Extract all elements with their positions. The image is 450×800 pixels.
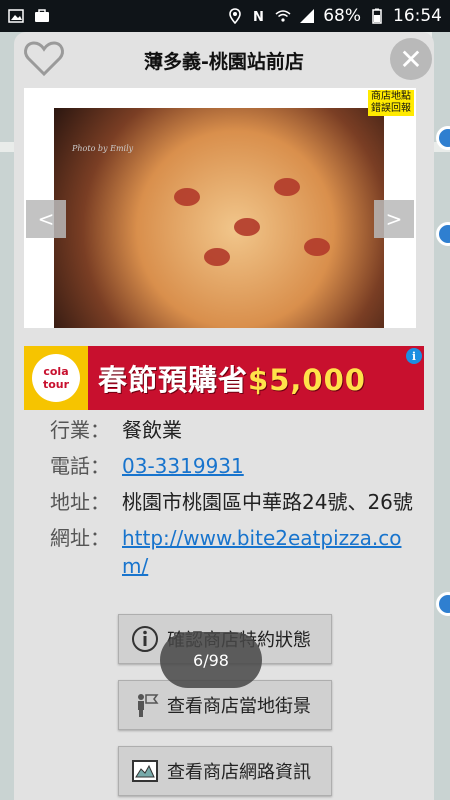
gallery-next-button[interactable]: >	[374, 200, 414, 238]
pizza-topping	[274, 178, 300, 196]
info-label: 網址：	[50, 526, 110, 550]
ad-headline: 春節預購省$5,000	[98, 357, 366, 399]
svg-text:N: N	[253, 10, 264, 24]
web-info-button[interactable]: 查看商店網路資訊	[118, 746, 332, 796]
chevron-right-icon: >	[385, 207, 403, 231]
info-value-industry: 餐飲業	[122, 418, 182, 442]
pizza-topping	[234, 218, 260, 236]
page-counter-toast: 6/98	[160, 632, 262, 688]
info-label: 行業：	[50, 418, 110, 442]
store-title: 薄多義-桃園站前店	[144, 50, 304, 73]
info-row-phone: 電話： 03-3319931	[50, 452, 420, 480]
close-button[interactable]: ✕	[390, 38, 432, 80]
map-marker[interactable]	[436, 592, 450, 616]
pizza-topping	[204, 248, 230, 266]
chevron-left-icon: <	[37, 207, 55, 231]
map-icon	[132, 760, 158, 782]
gallery-prev-button[interactable]: <	[26, 200, 66, 238]
ad-info-icon[interactable]: i	[406, 348, 422, 364]
pizza-topping	[174, 188, 200, 206]
dialog-header: 薄多義-桃園站前店 ✕	[14, 32, 434, 88]
status-bar-right: N 68% 16:54	[227, 6, 442, 26]
photo-gallery[interactable]: Photo by Emily 商店地點錯誤回報 < >	[24, 88, 416, 328]
status-bar-left	[8, 8, 50, 24]
pizza-topping	[304, 238, 330, 256]
info-label: 電話：	[50, 454, 110, 478]
info-row-address: 地址： 桃園市桃園區中華路24號、26號	[50, 488, 420, 516]
info-circle-icon	[132, 626, 158, 652]
store-info: 行業： 餐飲業 電話： 03-3319931 地址： 桃園市桃園區中華路24號、…	[50, 416, 420, 588]
signal-icon	[300, 9, 315, 23]
store-photo: Photo by Emily	[54, 108, 384, 328]
website-link[interactable]: http://www.bite2eatpizza.com/	[122, 524, 420, 580]
location-icon	[229, 8, 242, 24]
report-location-error-button[interactable]: 商店地點錯誤回報	[368, 90, 414, 116]
image-notification-icon	[8, 9, 24, 23]
photo-credit: Photo by Emily	[72, 144, 134, 153]
info-value-address: 桃園市桃園區中華路24號、26號	[122, 490, 413, 514]
nfc-icon: N	[253, 10, 264, 24]
ad-amount: $5,000	[248, 363, 366, 397]
battery-icon	[372, 8, 382, 24]
info-row-industry: 行業： 餐飲業	[50, 416, 420, 444]
status-bar: N 68% 16:54	[0, 0, 450, 32]
clock: 16:54	[393, 6, 442, 26]
close-icon: ✕	[399, 42, 423, 76]
street-view-icon	[138, 694, 159, 717]
battery-percent: 68%	[323, 6, 361, 26]
web-info-label: 查看商店網路資訊	[167, 762, 311, 783]
briefcase-notification-icon	[35, 9, 49, 22]
phone-link[interactable]: 03-3319931	[122, 452, 420, 480]
info-label: 地址：	[50, 490, 110, 514]
ad-logo: cola tour	[24, 346, 88, 410]
map-marker[interactable]	[436, 222, 450, 246]
street-view-label: 查看商店當地街景	[167, 696, 311, 717]
cola-tour-logo: cola tour	[32, 354, 80, 402]
wifi-icon	[275, 10, 291, 22]
ad-headline-text: 春節預購省	[98, 363, 249, 397]
ad-banner[interactable]: cola tour 春節預購省$5,000 i	[24, 346, 424, 410]
info-row-website: 網址： http://www.bite2eatpizza.com/	[50, 524, 420, 580]
favorite-heart-icon[interactable]	[22, 36, 66, 80]
